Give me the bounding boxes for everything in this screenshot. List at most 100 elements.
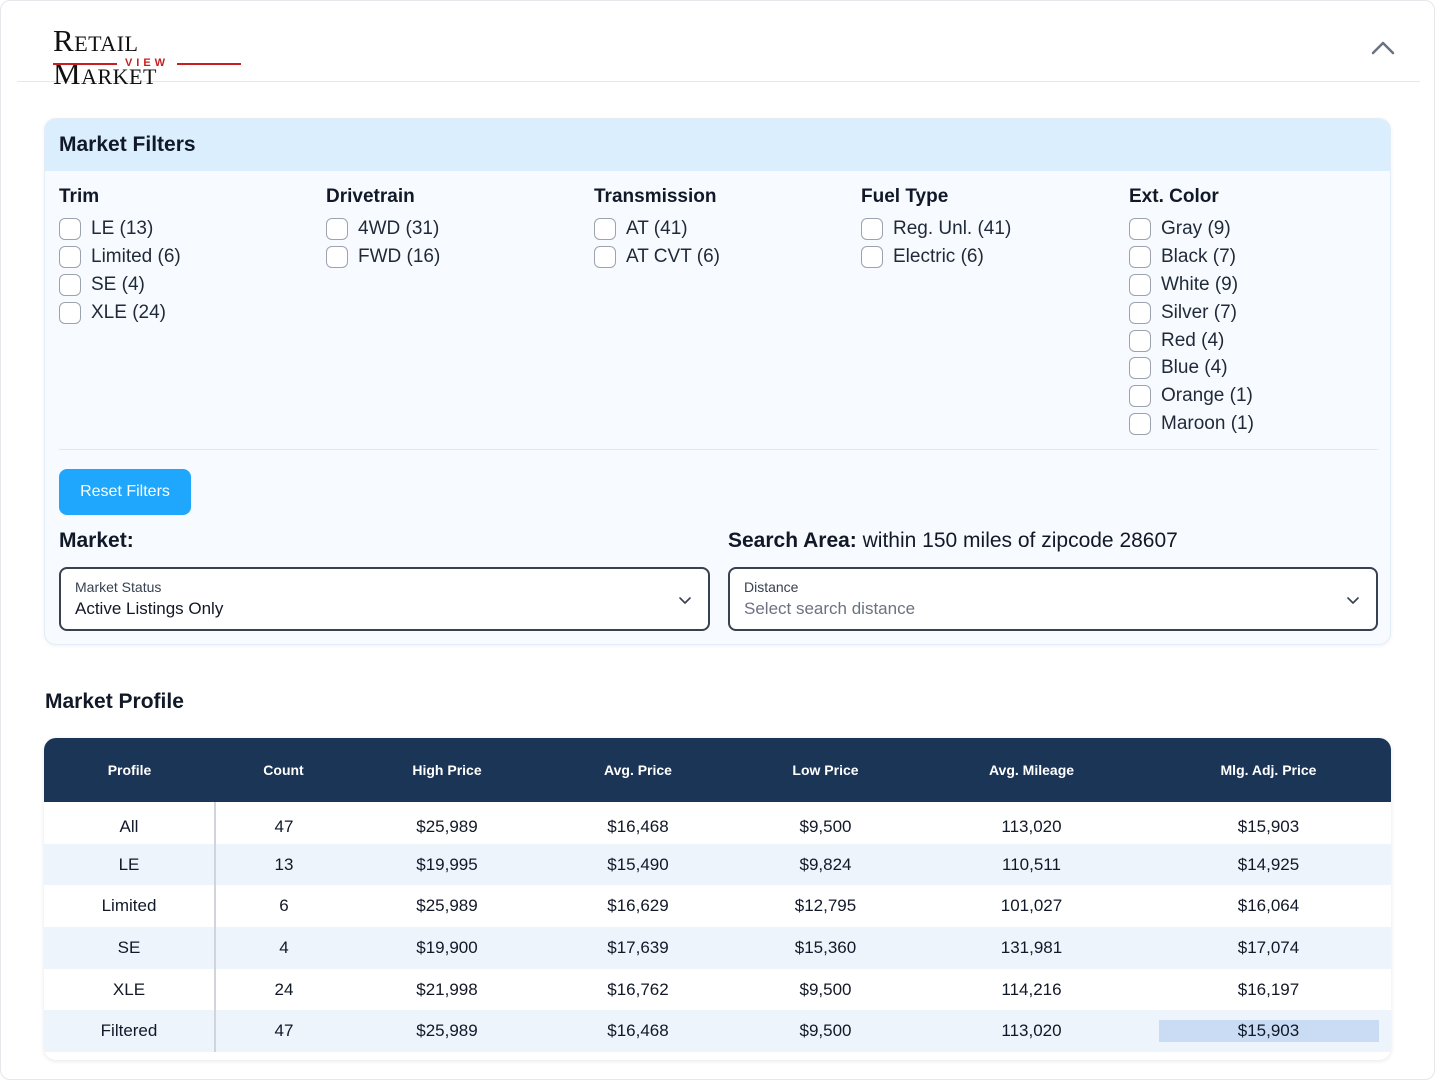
checkbox[interactable] <box>594 217 616 240</box>
table-cell: $9,500 <box>799 1021 852 1041</box>
table-cell: $19,900 <box>416 937 478 957</box>
table-cell: SE <box>44 927 216 969</box>
checkbox[interactable] <box>1129 357 1151 380</box>
filter-option[interactable]: SE (4) <box>59 271 181 299</box>
column-header[interactable]: High Price <box>352 738 542 802</box>
table-cell: $9,500 <box>799 816 852 836</box>
market-profile-table: Profile Count High Price Avg. Price Low Pric… <box>44 738 1391 1060</box>
filter-option[interactable]: Silver (7) <box>1129 299 1254 327</box>
filter-option-label: Gray (9) <box>1161 217 1231 239</box>
filter-option[interactable]: FWD (16) <box>326 243 440 271</box>
table-cell: XLE <box>44 968 216 1011</box>
market-profile-title: Market Profile <box>45 690 184 713</box>
column-header[interactable]: Avg. Price <box>542 738 734 802</box>
checkbox[interactable] <box>326 245 348 268</box>
checkbox[interactable] <box>594 245 616 268</box>
table-cell: $9,824 <box>799 854 852 874</box>
table-row: LE 13 $19,995 $15,490 $9,824 110,511 $14,925 <box>44 843 1391 886</box>
filter-option[interactable]: White (9) <box>1129 271 1254 299</box>
table-cell: 114,216 <box>1001 979 1062 999</box>
checkbox[interactable] <box>59 273 81 296</box>
filter-option-label: AT (41) <box>626 217 688 239</box>
filter-group-title: Transmission <box>594 186 717 207</box>
filter-option[interactable]: AT CVT (6) <box>594 243 720 271</box>
checkbox[interactable] <box>861 217 883 240</box>
distance-select[interactable]: Distance Select search distance <box>728 567 1378 631</box>
checkbox[interactable] <box>1129 245 1151 268</box>
table-cell: 13 <box>274 854 294 874</box>
market-filters-card: Market Filters Trim LE (13) Limited (6) SE … <box>44 118 1391 645</box>
filter-option-label: Blue (4) <box>1161 357 1228 379</box>
table-cell: $15,903 <box>1237 816 1300 836</box>
table-cell: 113,020 <box>1001 1021 1062 1041</box>
checkbox[interactable] <box>59 217 81 240</box>
filter-option[interactable]: Blue (4) <box>1129 354 1254 382</box>
filter-group-title: Trim <box>59 186 100 207</box>
table-cell: $15,360 <box>794 937 857 957</box>
filter-group-fuel-type: Fuel Type Reg. Unl. (41) Electric (6) <box>861 185 1011 271</box>
column-header[interactable]: Low Price <box>734 738 917 802</box>
column-header[interactable]: Count <box>215 738 352 802</box>
table-cell: LE <box>44 843 216 886</box>
app-header: RETAIL MARKET VIEW <box>17 0 1420 89</box>
collapse-chevron-up-icon[interactable] <box>1369 34 1397 62</box>
filter-option[interactable]: Gray (9) <box>1129 215 1254 243</box>
filter-option[interactable]: AT (41) <box>594 215 720 243</box>
checkbox[interactable] <box>1129 385 1151 408</box>
table-cell: $19,995 <box>416 854 478 874</box>
table-cell: 113,020 <box>1001 816 1062 836</box>
retail-market-view-logo[interactable]: RETAIL MARKET VIEW <box>53 25 243 89</box>
table-cell: $17,639 <box>607 937 669 957</box>
filter-group-title: Drivetrain <box>326 186 415 207</box>
filter-option[interactable]: 4WD (31) <box>326 215 440 243</box>
filter-option[interactable]: Reg. Unl. (41) <box>861 215 1011 243</box>
filter-option-label: Silver (7) <box>1161 301 1238 323</box>
filter-option[interactable]: Maroon (1) <box>1129 410 1254 438</box>
checkbox[interactable] <box>1129 329 1151 352</box>
column-header[interactable]: Mlg. Adj. Price <box>1146 738 1391 802</box>
chevron-down-icon <box>1347 597 1359 604</box>
filter-option[interactable]: Red (4) <box>1129 327 1254 355</box>
filter-group-transmission: Transmission AT (41) AT CVT (6) <box>594 185 720 271</box>
market-label: Market: <box>59 529 134 552</box>
filter-option[interactable]: Black (7) <box>1129 243 1254 271</box>
checkbox[interactable] <box>59 245 81 268</box>
table-cell: 4 <box>279 937 289 957</box>
table-header-row: Profile Count High Price Avg. Price Low Pric… <box>44 738 1391 802</box>
filter-option-label: Limited (6) <box>91 245 181 267</box>
highlighted-value: $15,903 <box>1158 1020 1379 1043</box>
checkbox[interactable] <box>1129 217 1151 240</box>
filter-group-drivetrain: Drivetrain 4WD (31) FWD (16) <box>326 185 440 271</box>
column-header[interactable]: Avg. Mileage <box>917 738 1146 802</box>
column-header[interactable]: Profile <box>44 738 215 802</box>
filter-option[interactable]: XLE (24) <box>59 299 181 327</box>
checkbox[interactable] <box>861 245 883 268</box>
checkbox[interactable] <box>326 217 348 240</box>
table-cell: $25,989 <box>416 896 478 916</box>
checkbox[interactable] <box>1129 301 1151 324</box>
table-cell: $17,074 <box>1237 937 1300 957</box>
checkbox[interactable] <box>1129 413 1151 436</box>
filter-group-trim: Trim LE (13) Limited (6) SE (4) XLE (24) <box>59 185 181 327</box>
filter-option[interactable]: Electric (6) <box>861 243 1011 271</box>
table-row: SE 4 $19,900 $17,639 $15,360 131,981 $17,074 <box>44 927 1391 969</box>
filter-option[interactable]: Orange (1) <box>1129 382 1254 410</box>
table-cell: Filtered <box>44 1010 216 1053</box>
filter-option-label: Maroon (1) <box>1161 413 1254 435</box>
filter-option-label: Red (4) <box>1161 329 1225 351</box>
chevron-down-icon <box>679 597 691 604</box>
filter-option[interactable]: Limited (6) <box>59 243 181 271</box>
table-row: All 47 $25,989 $16,468 $9,500 113,020 $15,903 <box>44 802 1391 844</box>
table-cell: $9,500 <box>799 979 852 999</box>
market-status-select[interactable]: Market Status Active Listings Only <box>59 567 710 631</box>
table-cell: $15,490 <box>607 854 669 874</box>
table-cell: $21,998 <box>416 979 478 999</box>
checkbox[interactable] <box>1129 273 1151 296</box>
table-cell: $16,629 <box>607 896 669 916</box>
filter-option-label: Electric (6) <box>893 245 984 267</box>
checkbox[interactable] <box>59 301 81 324</box>
reset-filters-button[interactable]: Reset Filters <box>59 469 191 515</box>
table-cell: All <box>44 802 216 844</box>
table-cell: $25,989 <box>416 816 478 836</box>
filter-option[interactable]: LE (13) <box>59 215 181 243</box>
